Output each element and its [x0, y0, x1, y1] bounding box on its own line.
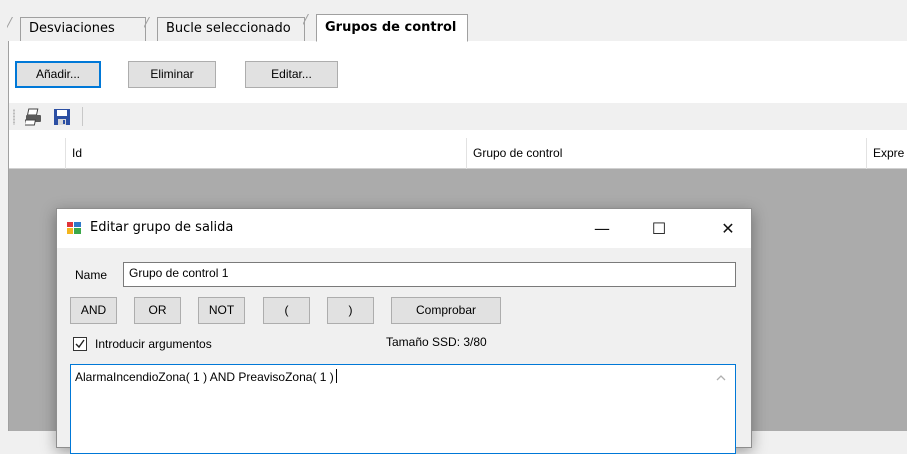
- expression-text: AlarmaIncendioZona( 1 ) AND PreavisoZona…: [75, 369, 337, 384]
- edit-output-group-dialog: Editar grupo de salida — ☐ ✕ Name Grupo …: [56, 208, 752, 454]
- toolbar: [9, 103, 907, 130]
- check-button[interactable]: Comprobar: [391, 297, 501, 324]
- close-paren-button[interactable]: ): [327, 297, 374, 324]
- enter-arguments-label[interactable]: Introducir argumentos: [95, 337, 212, 351]
- window-app-icon: [67, 222, 81, 234]
- delete-button[interactable]: Eliminar: [128, 61, 216, 88]
- or-button[interactable]: OR: [134, 297, 181, 324]
- tab-grupos-de-control[interactable]: Grupos de control: [316, 14, 468, 42]
- and-button[interactable]: AND: [70, 297, 117, 324]
- dialog-title: Editar grupo de salida: [90, 220, 234, 235]
- tab-label: Grupos de control: [325, 20, 457, 35]
- tab-label: Desviaciones: [29, 21, 115, 36]
- tab-strip: Desviaciones Bucle seleccionado Grupos d…: [0, 0, 907, 42]
- column-header-control-group[interactable]: Grupo de control: [466, 138, 866, 169]
- checkmark-icon: [75, 339, 85, 349]
- not-button[interactable]: NOT: [198, 297, 245, 324]
- scroll-up-arrow-icon[interactable]: [715, 372, 727, 384]
- minimize-button[interactable]: —: [579, 209, 625, 248]
- close-button[interactable]: ✕: [705, 209, 751, 248]
- name-field[interactable]: Grupo de control 1: [123, 262, 736, 287]
- toolbar-grip[interactable]: [13, 109, 15, 125]
- column-header-expression[interactable]: Expre: [866, 138, 907, 169]
- maximize-button[interactable]: ☐: [636, 209, 682, 248]
- tab-edge: [7, 17, 21, 43]
- tab-edge: [303, 14, 317, 43]
- column-header-id[interactable]: Id: [65, 138, 466, 169]
- toolbar-separator: [82, 107, 83, 126]
- dialog-titlebar[interactable]: Editar grupo de salida — ☐ ✕: [57, 209, 751, 248]
- name-label: Name: [75, 268, 108, 282]
- tab-label: Bucle seleccionado: [166, 21, 291, 36]
- save-icon[interactable]: [53, 108, 71, 126]
- ssd-size-text: Tamaño SSD: 3/80: [386, 335, 487, 349]
- expression-textarea[interactable]: AlarmaIncendioZona( 1 ) AND PreavisoZona…: [70, 364, 736, 454]
- tab-desviaciones[interactable]: Desviaciones: [20, 17, 146, 42]
- print-icon[interactable]: [25, 108, 43, 126]
- enter-arguments-checkbox[interactable]: [73, 337, 87, 351]
- tab-bucle-seleccionado[interactable]: Bucle seleccionado: [157, 17, 305, 42]
- grid-header: Id Grupo de control Expre: [9, 138, 907, 169]
- text-caret: [335, 369, 337, 383]
- edit-button[interactable]: Editar...: [245, 61, 338, 88]
- expression-value: AlarmaIncendioZona( 1 ) AND PreavisoZona…: [75, 370, 334, 384]
- add-button[interactable]: Añadir...: [15, 61, 101, 88]
- open-paren-button[interactable]: (: [263, 297, 310, 324]
- row-header-column: [9, 138, 65, 169]
- tab-edge: [144, 17, 158, 43]
